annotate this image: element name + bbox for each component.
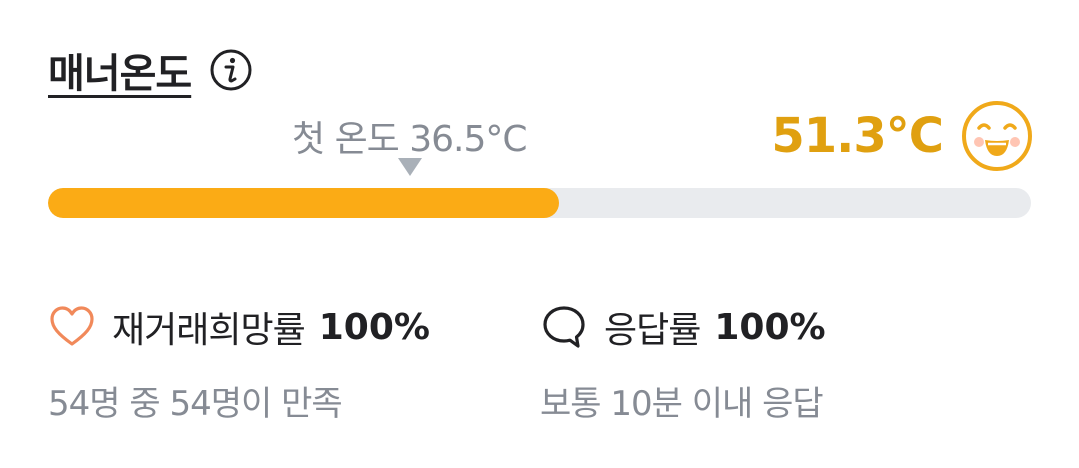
response-rate-stat: 응답률 100% 보통 10분 이내 응답: [540, 300, 826, 425]
heart-outline-icon: [48, 303, 96, 351]
first-temp-label: 첫 온도 36.5°C: [292, 119, 528, 160]
smiling-face-icon: [961, 100, 1033, 172]
manner-temp-title[interactable]: 매너온도: [48, 41, 192, 99]
current-temp-group: 51.3°C: [771, 100, 1033, 172]
manner-temp-bar: [48, 188, 1031, 218]
rebuy-rate-value: 100%: [318, 306, 430, 348]
speech-bubble-icon: [540, 303, 588, 351]
first-temp-marker-icon: [398, 158, 422, 176]
manner-temp-bar-fill: [48, 188, 560, 218]
info-icon[interactable]: [209, 48, 253, 92]
rebuy-rate-label: 재거래희망률: [112, 310, 306, 351]
response-rate-detail: 보통 10분 이내 응답: [540, 384, 824, 424]
response-rate-value: 100%: [714, 306, 826, 348]
current-temp-value: 51.3°C: [771, 108, 944, 164]
response-rate-label: 응답률: [604, 310, 701, 351]
rebuy-rate-detail: 54명 중 54명이 만족: [48, 384, 343, 424]
rebuy-rate-stat: 재거래희망률 100% 54명 중 54명이 만족: [48, 300, 430, 425]
manner-temp-header: 매너온도: [48, 40, 253, 100]
